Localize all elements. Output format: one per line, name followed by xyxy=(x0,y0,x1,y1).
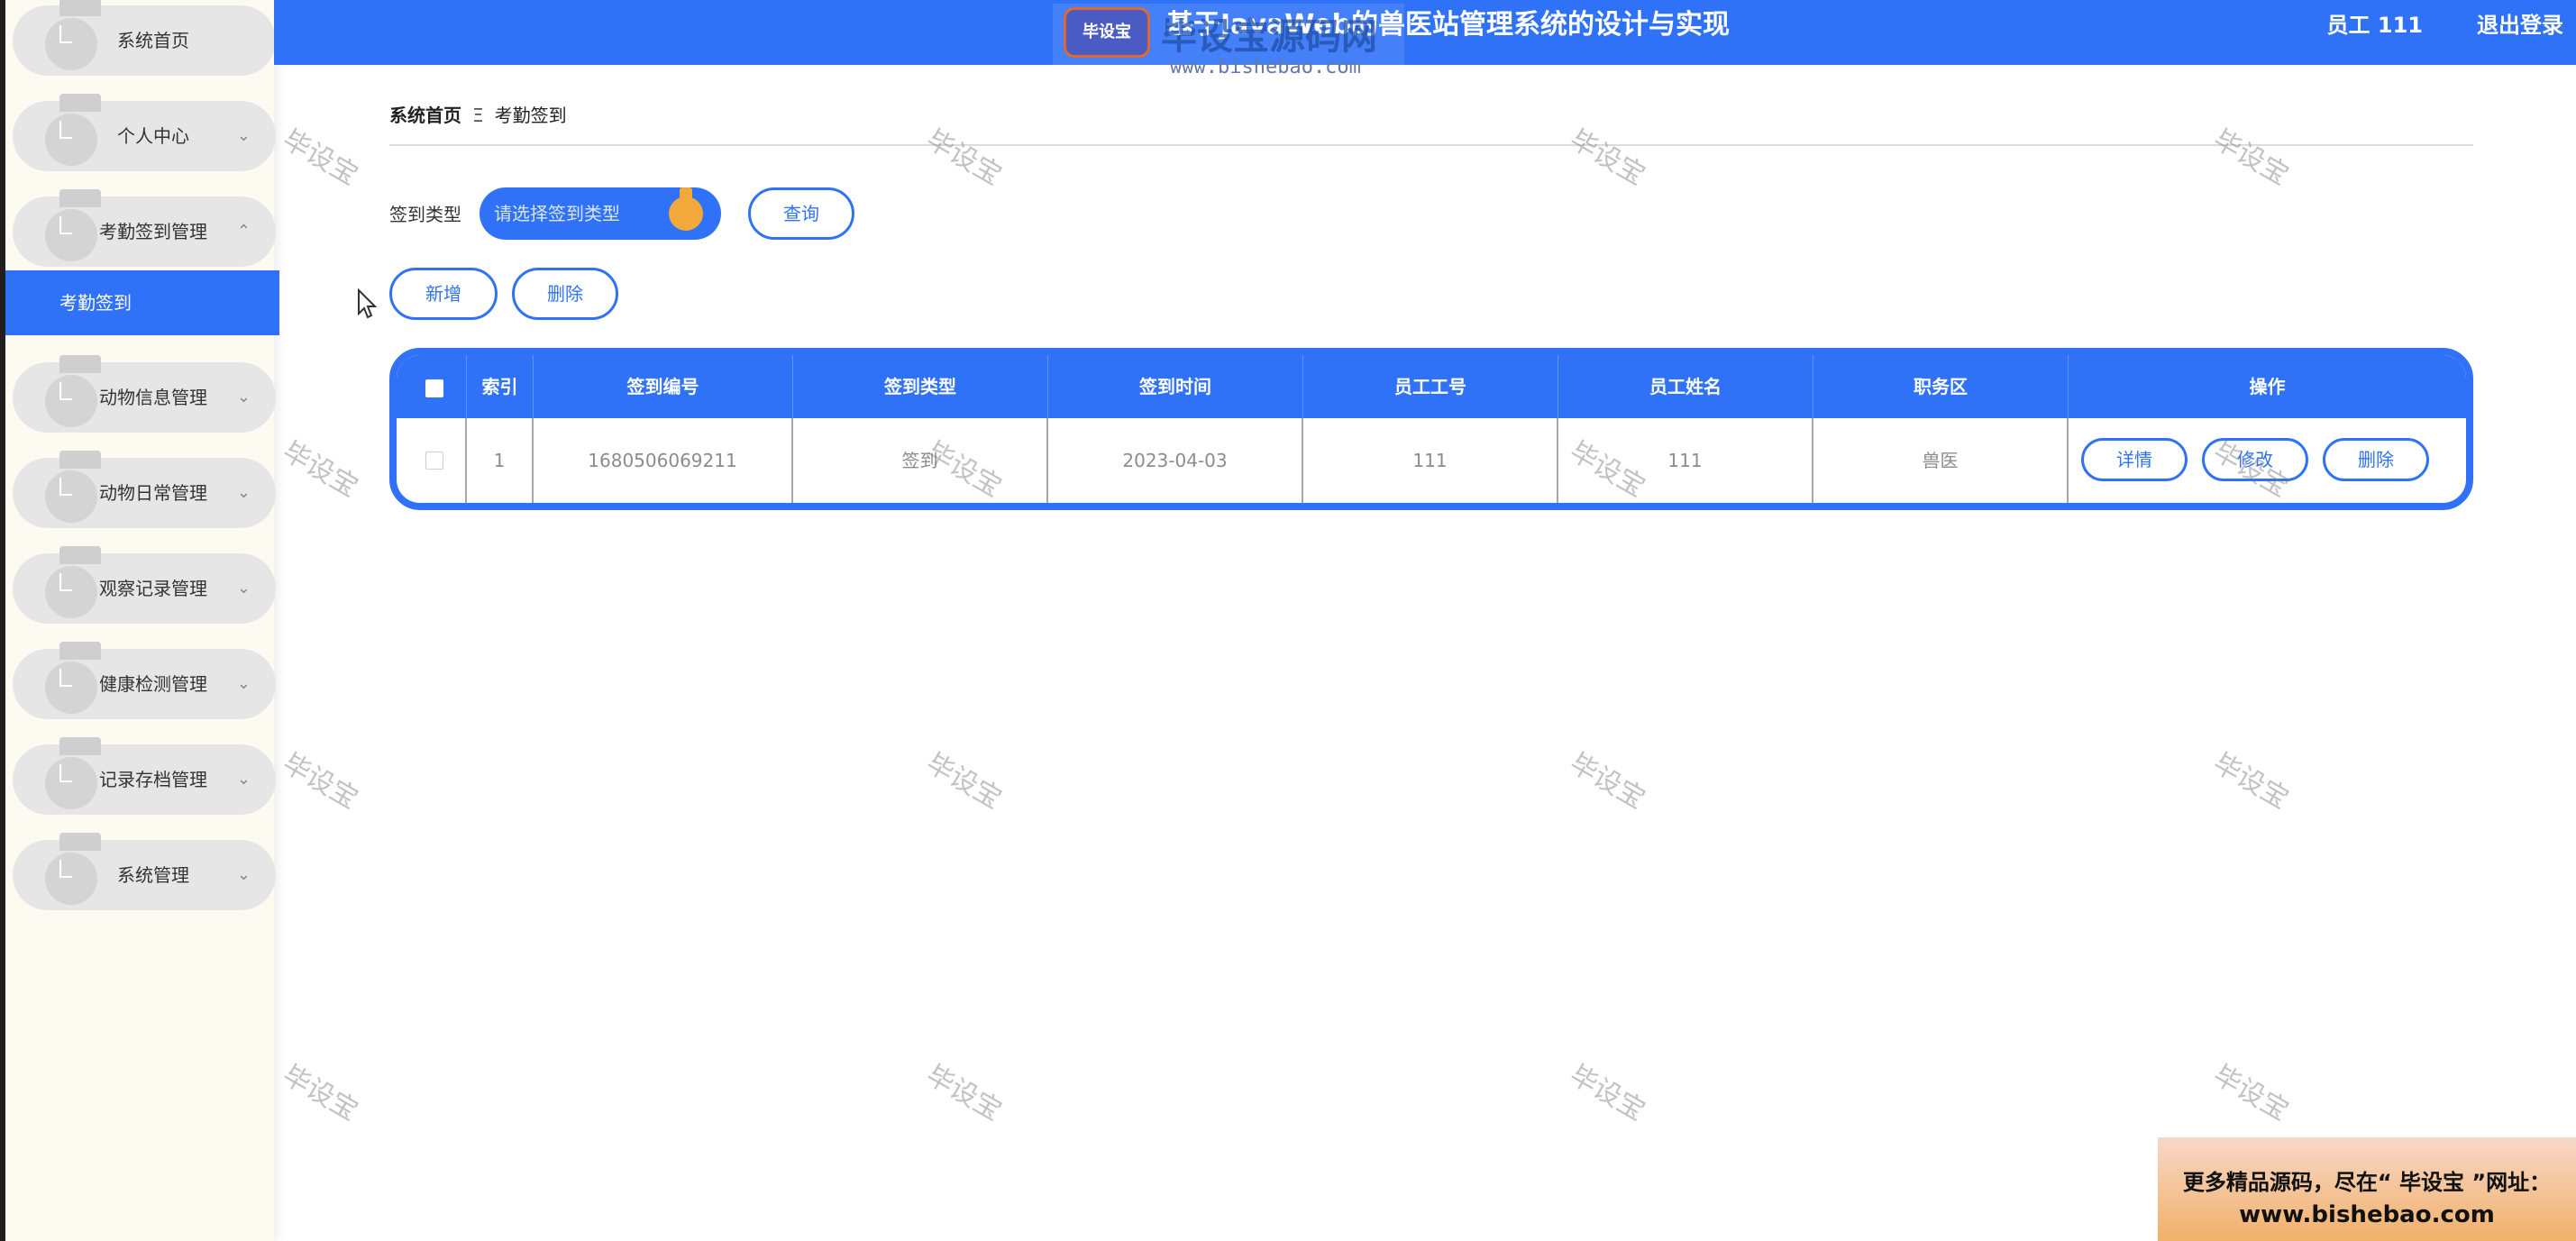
watermark-text: 毕设宝 xyxy=(277,435,363,504)
sidebar-item-label: 考勤签到管理 xyxy=(99,221,207,242)
breadcrumb-current: 考勤签到 xyxy=(494,105,567,126)
cell-emp-no: 111 xyxy=(1303,418,1558,503)
column-header: 签到时间 xyxy=(1048,355,1303,418)
query-button[interactable]: 查询 xyxy=(748,187,854,240)
column-header: 索引 xyxy=(467,355,534,418)
logo-badge: 毕设宝 xyxy=(1064,7,1150,58)
chevron-down-icon: ⌄ xyxy=(236,126,251,145)
cell-index: 1 xyxy=(467,418,534,503)
cell-area: 兽医 xyxy=(1813,418,2069,503)
sidebar-item-label: 动物日常管理 xyxy=(99,482,207,504)
header-select-cell xyxy=(397,355,467,418)
sidebar-item-home[interactable]: 系统首页 xyxy=(13,0,276,76)
chevron-down-icon: ⌄ xyxy=(236,674,251,693)
chevron-down-icon: ⌄ xyxy=(236,579,251,598)
watermark-text: 毕设宝 xyxy=(2207,747,2294,816)
watermark-text: 毕设宝 xyxy=(1564,747,1650,816)
checkin-table: 索引 签到编号 签到类型 签到时间 员工工号 员工姓名 职务区 操作 1 168… xyxy=(389,348,2473,510)
sidebar-item-animal-daily[interactable]: 动物日常管理 ⌄ xyxy=(13,451,276,528)
chevron-up-icon: ⌃ xyxy=(236,222,251,241)
top-header: 基于JavaWeb的兽医站管理系统的设计与实现 员工 111 退出登录 xyxy=(274,0,2576,65)
chevron-down-icon: ⌄ xyxy=(236,483,251,502)
sidebar-item-label: 系统管理 xyxy=(117,864,189,886)
sidebar-item-label: 动物信息管理 xyxy=(99,387,207,408)
watermark-logo: 毕设宝 毕设宝源码网 www.bishebao.com xyxy=(1053,4,1404,81)
column-header: 签到编号 xyxy=(534,355,793,418)
watermark-text: 毕设宝 xyxy=(920,123,1007,192)
sidebar-item-system[interactable]: 系统管理 ⌄ xyxy=(13,833,276,910)
breadcrumb: 系统首页 Ξ 考勤签到 xyxy=(389,101,567,127)
select-all-checkbox[interactable] xyxy=(425,379,443,397)
sidebar-item-label: 个人中心 xyxy=(117,125,189,147)
cell-type: 签到 xyxy=(793,418,1048,503)
watermark-text: 毕设宝 xyxy=(1564,1059,1650,1127)
column-header: 员工工号 xyxy=(1303,355,1558,418)
watermark-text: 毕设宝 xyxy=(920,747,1007,816)
watermark-text: 毕设宝 xyxy=(920,1059,1007,1127)
sidebar-item-label: 系统首页 xyxy=(117,30,189,51)
watermark-text: 毕设宝 xyxy=(1564,123,1650,192)
watermark-text: 毕设宝 xyxy=(277,747,363,816)
sidebar-item-animal-info[interactable]: 动物信息管理 ⌄ xyxy=(13,355,276,433)
table-row: 1 1680506069211 签到 2023-04-03 111 111 兽医… xyxy=(397,418,2466,503)
row-select-cell xyxy=(397,418,467,503)
cell-emp-name: 111 xyxy=(1558,418,1813,503)
cell-code: 1680506069211 xyxy=(534,418,793,503)
add-button[interactable]: 新增 xyxy=(389,268,498,320)
watermark-text: 毕设宝 xyxy=(2207,1059,2294,1127)
mouse-cursor-icon xyxy=(358,288,378,319)
sidebar-subitem-checkin[interactable]: 考勤签到 xyxy=(5,270,279,335)
chevron-down-icon: ⌄ xyxy=(236,388,251,406)
promo-banner[interactable]: 更多精品源码，尽在“ 毕设宝 ”网址： www.bishebao.com xyxy=(2158,1137,2576,1241)
sidebar-item-label: 健康检测管理 xyxy=(99,673,207,695)
cell-actions: 详情 修改 删除 xyxy=(2069,418,2466,503)
select-toggle-icon[interactable] xyxy=(669,187,703,231)
promo-line-2: www.bishebao.com xyxy=(2239,1201,2495,1228)
sidebar-item-archive[interactable]: 记录存档管理 ⌄ xyxy=(13,737,276,815)
chevron-down-icon: ⌄ xyxy=(236,865,251,884)
column-header: 员工姓名 xyxy=(1558,355,1813,418)
column-header: 操作 xyxy=(2249,376,2286,397)
sidebar-item-attendance[interactable]: 考勤签到管理 ⌃ xyxy=(13,189,276,267)
row-delete-button[interactable]: 删除 xyxy=(2323,438,2429,481)
breadcrumb-separator: Ξ xyxy=(472,105,484,126)
sidebar-item-observation[interactable]: 观察记录管理 ⌄ xyxy=(13,546,276,624)
sidebar-item-label: 记录存档管理 xyxy=(99,769,207,790)
sidebar-item-label: 观察记录管理 xyxy=(99,578,207,599)
logo-text: 毕设宝源码网 xyxy=(1161,16,1377,58)
watermark-text: 毕设宝 xyxy=(277,123,363,192)
table-header: 索引 签到编号 签到类型 签到时间 员工工号 员工姓名 职务区 操作 xyxy=(397,355,2466,418)
edit-button[interactable]: 修改 xyxy=(2202,438,2308,481)
breadcrumb-home[interactable]: 系统首页 xyxy=(389,105,461,126)
detail-button[interactable]: 详情 xyxy=(2081,438,2188,481)
batch-delete-button[interactable]: 删除 xyxy=(512,268,618,320)
watermark-text: 毕设宝 xyxy=(2207,123,2294,192)
promo-line-1: 更多精品源码，尽在“ 毕设宝 ”网址： xyxy=(2182,1170,2552,1195)
sidebar: 系统首页 个人中心 ⌄ 考勤签到管理 ⌃ 考勤签到 动物信息管理 ⌄ 动物日常管… xyxy=(0,0,279,1241)
search-type-label: 签到类型 xyxy=(389,204,461,225)
chevron-down-icon: ⌄ xyxy=(236,770,251,789)
cell-time: 2023-04-03 xyxy=(1048,418,1303,503)
sidebar-item-health[interactable]: 健康检测管理 ⌄ xyxy=(13,642,276,719)
logout-link[interactable]: 退出登录 xyxy=(2477,0,2563,50)
logo-url: www.bishebao.com xyxy=(1170,56,1361,78)
current-user: 员工 111 xyxy=(2326,13,2423,38)
row-checkbox[interactable] xyxy=(425,452,443,470)
breadcrumb-divider xyxy=(389,144,2473,146)
column-header: 职务区 xyxy=(1813,355,2069,418)
sidebar-item-personal-center[interactable]: 个人中心 ⌄ xyxy=(13,94,276,171)
watermark-text: 毕设宝 xyxy=(277,1059,363,1127)
column-header: 签到类型 xyxy=(793,355,1048,418)
